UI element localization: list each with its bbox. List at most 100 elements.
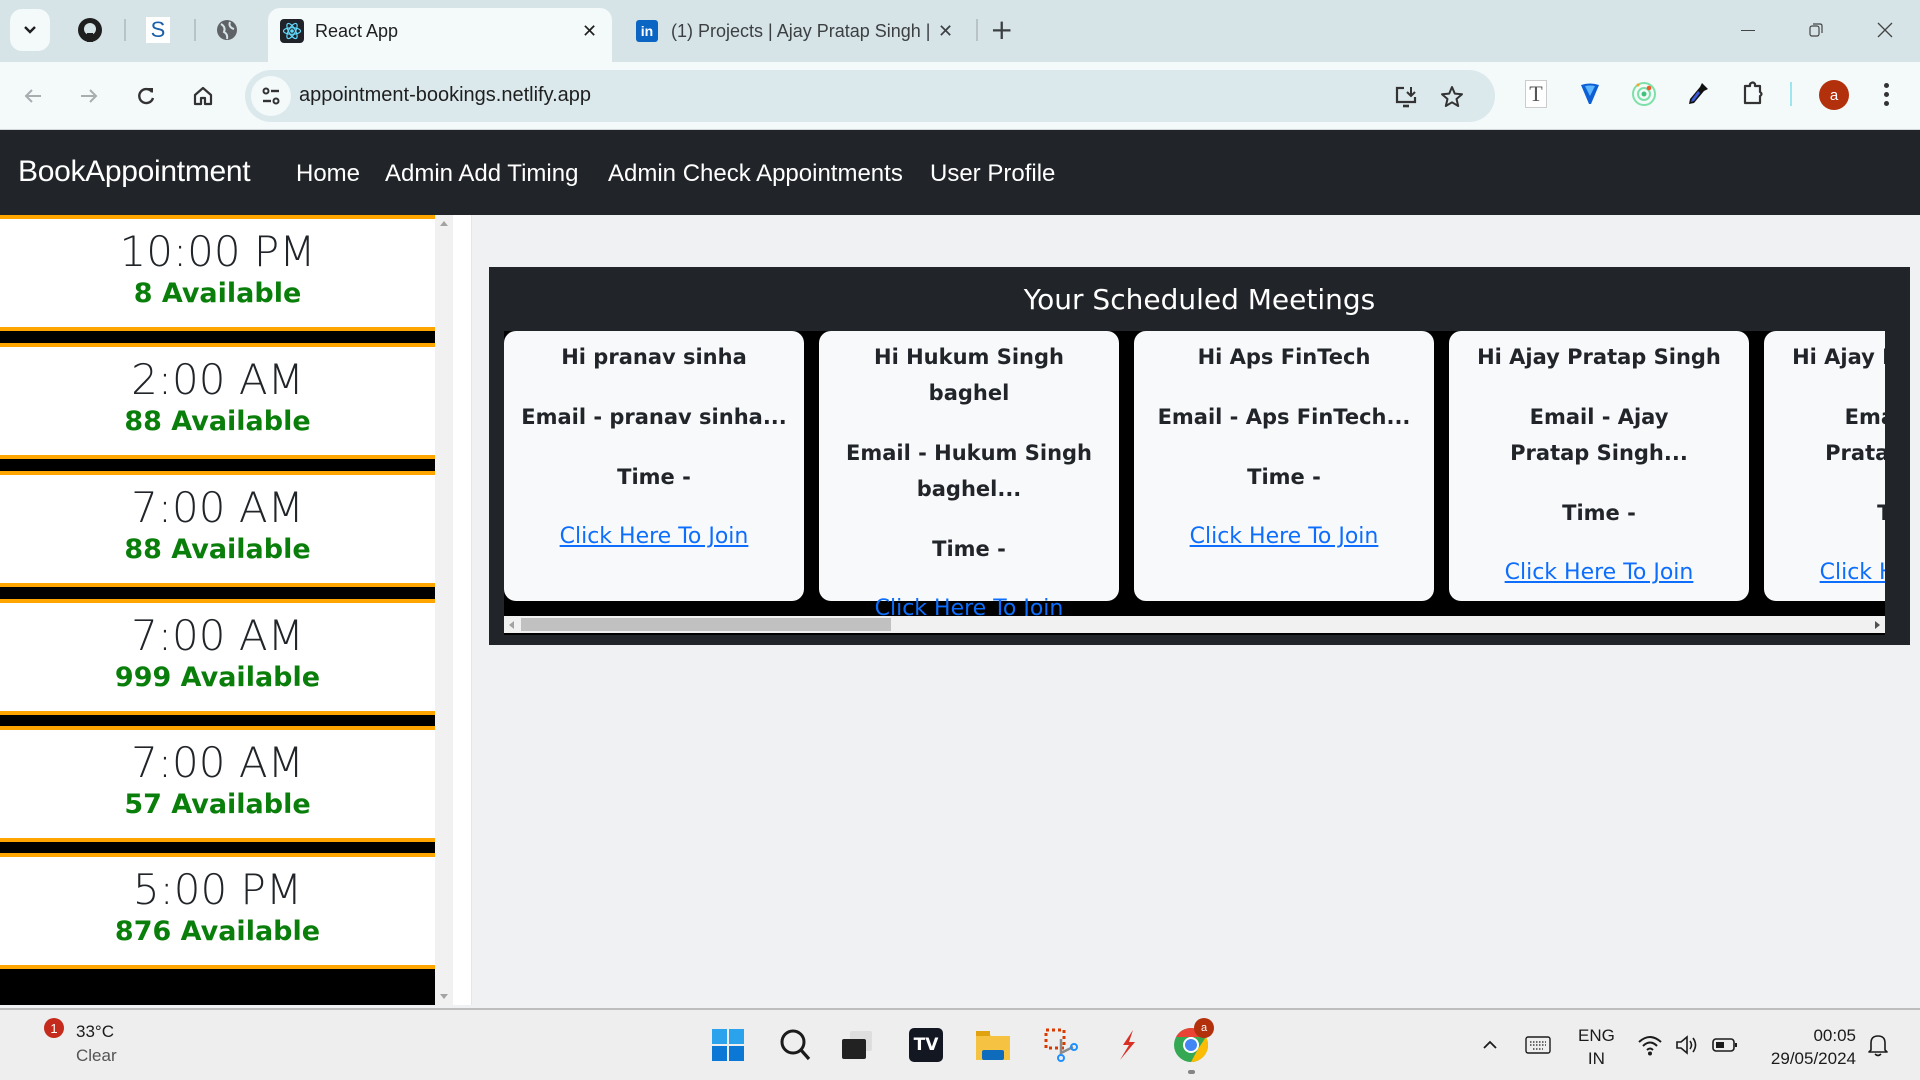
tab-linkedin[interactable]: in (1) Projects | Ajay Pratap Singh | ✕ xyxy=(628,8,974,56)
tab-title: React App xyxy=(315,21,399,41)
tab-separator xyxy=(124,19,126,41)
time-slot-card[interactable]: 2:00 AM 88 Available xyxy=(0,343,435,459)
toolbar-separator xyxy=(1790,82,1792,106)
nav-link-home[interactable]: Home xyxy=(296,160,360,188)
extension-text[interactable]: T xyxy=(1520,78,1552,110)
input-language-button[interactable]: ENG IN xyxy=(1578,1024,1615,1070)
close-tab-button[interactable]: ✕ xyxy=(938,21,953,42)
start-button[interactable] xyxy=(709,1026,747,1064)
system-clock[interactable]: 00:05 29/05/2024 xyxy=(1752,1024,1856,1070)
meetings-scroll-container[interactable]: Hi pranav sinha Email - pranav sinha... … xyxy=(504,331,1885,635)
linkedin-icon: in xyxy=(636,20,658,42)
close-window-button[interactable] xyxy=(1865,12,1905,48)
slot-availability: 88 Available xyxy=(124,534,311,565)
show-hidden-icons-button[interactable] xyxy=(1472,1026,1508,1064)
close-icon xyxy=(1877,22,1893,38)
pinned-tab-globe[interactable] xyxy=(211,14,243,46)
reload-button[interactable] xyxy=(128,78,164,114)
meeting-card: Hi pranav sinha Email - pranav sinha... … xyxy=(504,331,804,601)
taskbar-search-button[interactable] xyxy=(776,1026,814,1064)
browser-menu-button[interactable] xyxy=(1874,78,1898,110)
slot-availability: 57 Available xyxy=(124,789,311,820)
time-slot-card[interactable]: 7:00 AM 57 Available xyxy=(0,726,435,842)
join-meeting-link[interactable]: Click Here To Join xyxy=(1190,524,1379,549)
time-slot-card[interactable]: 7:00 AM 999 Available xyxy=(0,599,435,715)
wifi-icon xyxy=(1638,1036,1662,1056)
target-extension-icon xyxy=(1632,82,1656,106)
nav-link-admin-check-appointments[interactable]: Admin Check Appointments xyxy=(608,160,903,188)
menu-dot-icon xyxy=(1883,82,1889,88)
home-button[interactable] xyxy=(185,78,221,114)
tab-react-app[interactable]: React App ✕ xyxy=(268,8,612,62)
reload-icon xyxy=(138,87,155,105)
chevron-down-icon xyxy=(24,26,36,34)
bookmark-button[interactable] xyxy=(1437,82,1467,112)
close-tab-button[interactable]: ✕ xyxy=(582,21,597,42)
language-region: IN xyxy=(1587,1049,1605,1068)
scroll-down-arrow-icon[interactable] xyxy=(440,994,448,999)
task-view-button[interactable] xyxy=(838,1026,876,1064)
scrollbar-thumb[interactable] xyxy=(521,618,891,631)
site-info-button[interactable] xyxy=(251,76,291,116)
slot-time: 2:00 AM xyxy=(131,355,304,404)
sidebar-scrollbar[interactable] xyxy=(435,215,453,1005)
lightning-app-icon xyxy=(1120,1030,1135,1060)
network-button[interactable] xyxy=(1632,1026,1668,1064)
forward-button[interactable] xyxy=(71,78,107,114)
meeting-greeting: Hi Hukum Singh baghel xyxy=(874,345,1064,405)
tab-search-button[interactable] xyxy=(10,9,50,51)
time-slot-card[interactable]: 7:00 AM 88 Available xyxy=(0,471,435,587)
browser-tab-bar: S React App ✕ in (1) Projects | Ajay Pra… xyxy=(0,0,1920,62)
scroll-up-arrow-icon[interactable] xyxy=(440,221,448,226)
nav-link-admin-add-timing[interactable]: Admin Add Timing xyxy=(385,160,578,188)
volume-button[interactable] xyxy=(1670,1026,1706,1064)
extensions-menu-button[interactable] xyxy=(1737,78,1769,110)
scroll-left-arrow-icon[interactable] xyxy=(509,621,514,629)
nav-link-user-profile[interactable]: User Profile xyxy=(930,160,1055,188)
pinned-tab-s-app[interactable]: S xyxy=(142,14,174,46)
join-meeting-link[interactable]: Click Here To Join xyxy=(1820,560,1885,585)
time-slot-card[interactable]: 10:00 PM 8 Available xyxy=(0,215,435,331)
meeting-time: Time - xyxy=(1877,501,1885,525)
scroll-right-arrow-icon[interactable] xyxy=(1875,621,1880,629)
extension-funnel[interactable] xyxy=(1574,78,1606,110)
taskbar-app-lightning[interactable] xyxy=(1108,1026,1146,1064)
taskbar-app-snipping-tool[interactable] xyxy=(1042,1026,1080,1064)
join-meeting-link[interactable]: Click Here To Join xyxy=(1505,560,1694,585)
clock-time: 00:05 xyxy=(1813,1026,1856,1045)
install-app-icon xyxy=(1395,86,1417,108)
address-bar[interactable]: appointment-bookings.netlify.app xyxy=(245,70,1495,122)
touch-keyboard-button[interactable] xyxy=(1520,1026,1556,1064)
keyboard-icon xyxy=(1525,1036,1551,1054)
slot-availability: 876 Available xyxy=(114,916,321,947)
new-tab-button[interactable]: + xyxy=(990,14,1013,46)
running-indicator xyxy=(1188,1070,1195,1074)
scheduled-meetings-panel: Your Scheduled Meetings Hi pranav sinha … xyxy=(489,267,1910,645)
arrow-right-icon xyxy=(81,89,98,103)
meeting-card: Hi Ajay Pratap Singh Email - Ajay Pratap… xyxy=(1764,331,1885,601)
menu-dot-icon xyxy=(1883,91,1889,97)
join-meeting-link[interactable]: Click Here To Join xyxy=(560,524,749,549)
tradingview-icon: TV xyxy=(909,1028,943,1062)
panel-title: Your Scheduled Meetings xyxy=(1023,283,1376,316)
extension-target[interactable] xyxy=(1628,78,1660,110)
meetings-horizontal-scrollbar[interactable] xyxy=(504,616,1885,633)
profile-avatar[interactable]: a xyxy=(1819,80,1849,110)
time-slot-card[interactable]: 5:00 PM 876 Available xyxy=(0,853,435,969)
minimize-button[interactable] xyxy=(1728,12,1768,48)
bell-icon xyxy=(1868,1035,1888,1057)
pinned-tab-github[interactable] xyxy=(74,14,106,46)
restore-button[interactable] xyxy=(1796,12,1836,48)
notifications-button[interactable] xyxy=(1860,1026,1896,1064)
meeting-card: Hi Hukum Singh baghel Email - Hukum Sing… xyxy=(819,331,1119,621)
install-app-button[interactable] xyxy=(1392,82,1422,112)
meeting-email: Email - Ajay Pratap Singh... xyxy=(1825,405,1885,465)
extension-eyedropper[interactable] xyxy=(1682,78,1714,110)
brand-logo[interactable]: BookAppointment xyxy=(18,155,251,189)
taskbar-app-tradingview[interactable]: TV xyxy=(907,1026,945,1064)
taskbar-app-chrome[interactable]: a xyxy=(1172,1018,1214,1074)
url-text[interactable]: appointment-bookings.netlify.app xyxy=(299,84,591,107)
taskbar-app-file-explorer[interactable] xyxy=(974,1026,1012,1064)
back-button[interactable] xyxy=(15,78,51,114)
battery-button[interactable] xyxy=(1707,1026,1743,1064)
